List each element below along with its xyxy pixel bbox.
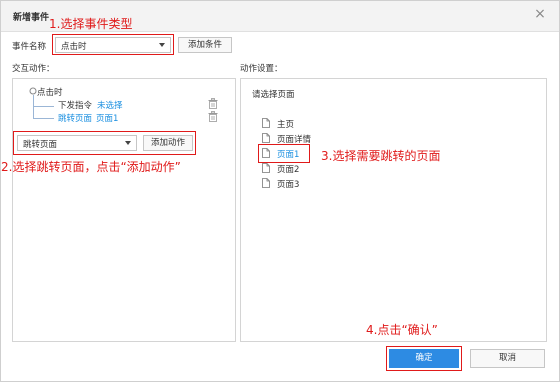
- event-name-label: 事件名称: [12, 42, 47, 52]
- action-detail[interactable]: 页面1: [96, 112, 118, 124]
- action-name: 跳转页面: [58, 114, 93, 124]
- dialog-title: 新增事件: [13, 13, 50, 23]
- page-item-label: 页面3: [277, 180, 300, 190]
- interaction-label: 交互动作：: [12, 64, 55, 74]
- action-name: 下发指令: [58, 101, 93, 111]
- action-settings-label: 动作设置：: [240, 64, 283, 74]
- annotation-step3: 3.选择需要跳转的页面: [321, 149, 441, 163]
- page-item-label: 主页: [277, 120, 295, 130]
- trash-icon[interactable]: [208, 98, 218, 109]
- select-page-label: 请选择页面: [252, 90, 295, 100]
- action-detail[interactable]: 未选择: [97, 99, 123, 111]
- highlight-step1: [52, 34, 174, 55]
- annotation-step4: 4.点击“确认”: [366, 323, 438, 337]
- page-icon: [262, 133, 270, 143]
- annotation-step2: 2.选择跳转页面，点击“添加动作”: [1, 160, 181, 174]
- page-item-label: 页面2: [277, 165, 300, 175]
- highlight-step4: [386, 346, 462, 371]
- tree-line: [33, 106, 54, 107]
- annotation-step1: 1.选择事件类型: [49, 17, 133, 31]
- page-icon: [262, 178, 270, 188]
- tree-line: [33, 95, 34, 119]
- tree-node-icon: [29, 87, 37, 95]
- page-icon: [262, 118, 270, 128]
- add-condition-button[interactable]: 添加条件: [178, 37, 232, 53]
- page-icon: [262, 163, 270, 173]
- trash-icon[interactable]: [208, 111, 218, 122]
- cancel-button[interactable]: 取消: [470, 349, 545, 368]
- highlight-step3: [258, 144, 310, 163]
- tree-root: 点击时: [37, 88, 63, 98]
- tree-line: [33, 118, 54, 119]
- highlight-step2: [13, 131, 196, 155]
- close-icon[interactable]: ×: [533, 7, 547, 21]
